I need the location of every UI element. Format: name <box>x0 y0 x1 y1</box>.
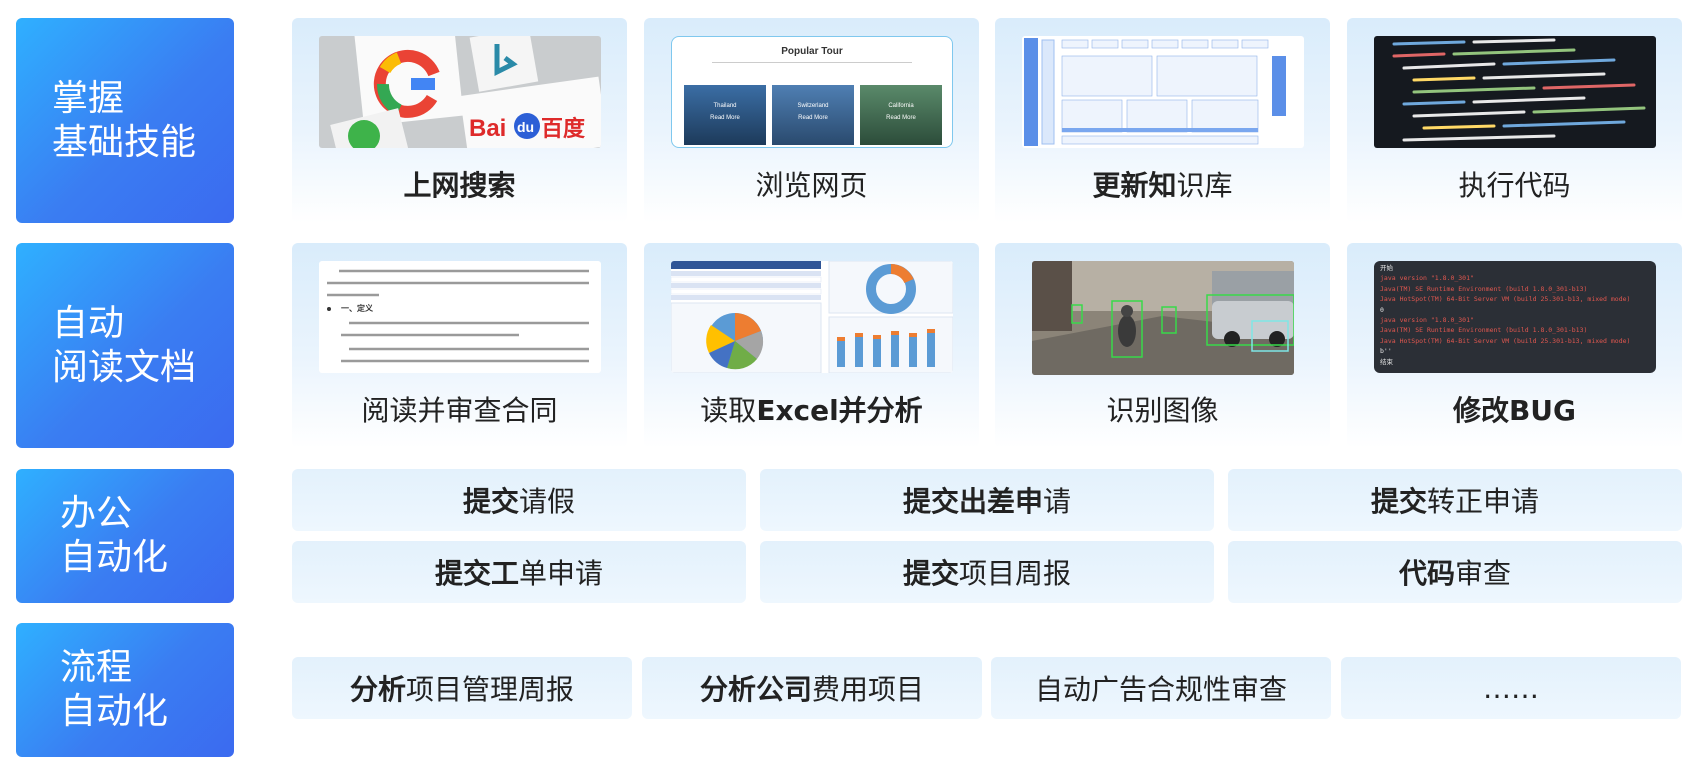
card-analyze-excel[interactable]: 读取Excel并分析 <box>644 243 979 448</box>
card-label: 上网搜索 <box>403 169 516 202</box>
pill-submit-business-trip[interactable]: 提交出差申请 <box>760 469 1214 531</box>
card-label: 识别图像 <box>1106 394 1219 427</box>
pill-rest-part: 费用项目 <box>812 673 925 706</box>
terminal-line: java version "1.8.0_301" <box>1380 274 1474 283</box>
card-browse-web[interactable]: Popular Tour Thailand Read More Switzerla… <box>644 18 979 223</box>
card-label: 浏览网页 <box>755 169 868 202</box>
card-recognize-image[interactable]: 识别图像 <box>995 243 1330 448</box>
pill-bold-part: 代码 <box>1398 557 1455 590</box>
pill-rest-part: …… <box>1483 671 1539 705</box>
terminal-line: Java HotSpot(TM) 64-Bit Server VM (build… <box>1380 295 1631 304</box>
pill-rest-part: 请 <box>1043 485 1072 518</box>
code-screen-thumbnail <box>1374 36 1656 148</box>
category-read-docs: 自动 阅读文档 <box>16 243 234 448</box>
card-update-knowledge-base[interactable]: 更新知识库 <box>995 18 1330 223</box>
category-line: 自动化 <box>60 691 169 732</box>
pill-rest-part: 单申请 <box>519 557 604 590</box>
pill-rest-part: 项目管理周报 <box>406 673 575 706</box>
city-label: Switzerland <box>797 103 829 109</box>
svg-text:du: du <box>517 119 534 135</box>
read-more-link[interactable]: Read More <box>798 115 828 121</box>
label-rest-part: 识库 <box>1176 169 1233 202</box>
card-review-contract[interactable]: 一、定义 阅读并审查合同 <box>292 243 627 448</box>
terminal-output-thumbnail: 开始 java version "1.8.0_301" Java(TM) SE … <box>1374 261 1656 373</box>
label-bold-part: 更新知 <box>1092 169 1177 202</box>
category-basic-skills: 掌握 基础技能 <box>16 18 234 223</box>
category-line: 自动 <box>52 302 125 344</box>
category-line: 自动化 <box>60 537 169 578</box>
category-line: 阅读文档 <box>52 346 197 388</box>
terminal-line: Java(TM) SE Runtime Environment (build 1… <box>1380 326 1588 335</box>
pill-bold-part: 分析 <box>349 673 406 706</box>
contract-heading: 一、定义 <box>341 304 373 313</box>
excel-chart-thumbnail <box>671 261 953 373</box>
card-label: 执行代码 <box>1458 169 1571 202</box>
pill-bold-part: 分析公司 <box>699 673 812 706</box>
terminal-line: 0 <box>1380 305 1384 314</box>
pill-bold-part: 提交 <box>462 485 519 518</box>
knowledge-diagram-thumbnail <box>1022 36 1304 148</box>
pill-rest-part: 自动广告合规性审查 <box>1034 673 1287 706</box>
category-line: 流程 <box>60 647 133 688</box>
pill-submit-leave[interactable]: 提交 请假 <box>292 469 746 531</box>
terminal-line: 开始 <box>1380 264 1393 272</box>
pill-rest-part: 审查 <box>1455 557 1512 590</box>
terminal-line: java version "1.8.0_301" <box>1380 316 1474 325</box>
category-process-automation: 流程 自动化 <box>16 623 234 757</box>
svg-text:百度: 百度 <box>541 116 586 142</box>
pill-rest-part: 转正申请 <box>1427 485 1540 518</box>
pill-submit-regularization[interactable]: 提交 转正申请 <box>1228 469 1682 531</box>
card-execute-code[interactable]: 执行代码 <box>1347 18 1682 223</box>
contract-document-thumbnail: 一、定义 <box>319 261 601 373</box>
category-office-automation: 办公 自动化 <box>16 469 234 603</box>
terminal-line: 结束 <box>1380 357 1393 366</box>
card-web-search[interactable]: Bai du 百度 上网搜索 <box>292 18 627 223</box>
pill-rest-part: 请假 <box>519 485 576 518</box>
pill-bold-part: 提交 <box>1370 485 1427 518</box>
pill-rest-part: 项目周报 <box>959 557 1072 590</box>
city-label: California <box>888 103 914 109</box>
search-engines-thumbnail: Bai du 百度 <box>319 36 601 148</box>
read-more-link[interactable]: Read More <box>710 115 740 121</box>
pill-code-review[interactable]: 代码 审查 <box>1228 541 1682 603</box>
label-rest-part: 读取 <box>700 394 757 427</box>
category-line: 办公 <box>60 493 133 534</box>
pill-submit-weekly-report[interactable]: 提交 项目周报 <box>760 541 1214 603</box>
pill-bold-part: 提交 <box>902 557 959 590</box>
pill-analyze-project-report[interactable]: 分析 项目管理周报 <box>292 657 632 719</box>
pill-analyze-expenses[interactable]: 分析公司 费用项目 <box>642 657 982 719</box>
terminal-line: b'' <box>1380 347 1392 356</box>
svg-text:Bai: Bai <box>469 115 506 142</box>
card-label: 阅读并审查合同 <box>361 394 558 427</box>
read-more-link[interactable]: Read More <box>886 115 916 121</box>
city-label: Thailand <box>713 103 737 109</box>
pill-bold-part: 提交工 <box>434 557 519 590</box>
card-fix-bug[interactable]: 开始 java version "1.8.0_301" Java(TM) SE … <box>1347 243 1682 448</box>
pill-more[interactable]: …… <box>1341 657 1681 719</box>
pill-ad-compliance-review[interactable]: 自动广告合规性审查 <box>991 657 1331 719</box>
label-bold-part: Excel并分析 <box>756 394 923 427</box>
pill-bold-part: 提交出差申 <box>902 485 1043 518</box>
category-line: 基础技能 <box>52 121 197 163</box>
thumbnail-title: Popular Tour <box>781 46 843 57</box>
street-detection-thumbnail <box>1032 261 1294 375</box>
card-label: 修改BUG <box>1452 394 1577 427</box>
terminal-line: Java HotSpot(TM) 64-Bit Server VM (build… <box>1380 336 1631 345</box>
card-label: 更新知识库 <box>995 164 1330 204</box>
terminal-line: Java(TM) SE Runtime Environment (build 1… <box>1380 284 1588 293</box>
pill-submit-work-order[interactable]: 提交工 单申请 <box>292 541 746 603</box>
category-line: 掌握 <box>52 77 125 119</box>
card-label: 读取Excel并分析 <box>644 389 979 429</box>
tour-page-thumbnail: Popular Tour Thailand Read More Switzerla… <box>671 36 953 148</box>
